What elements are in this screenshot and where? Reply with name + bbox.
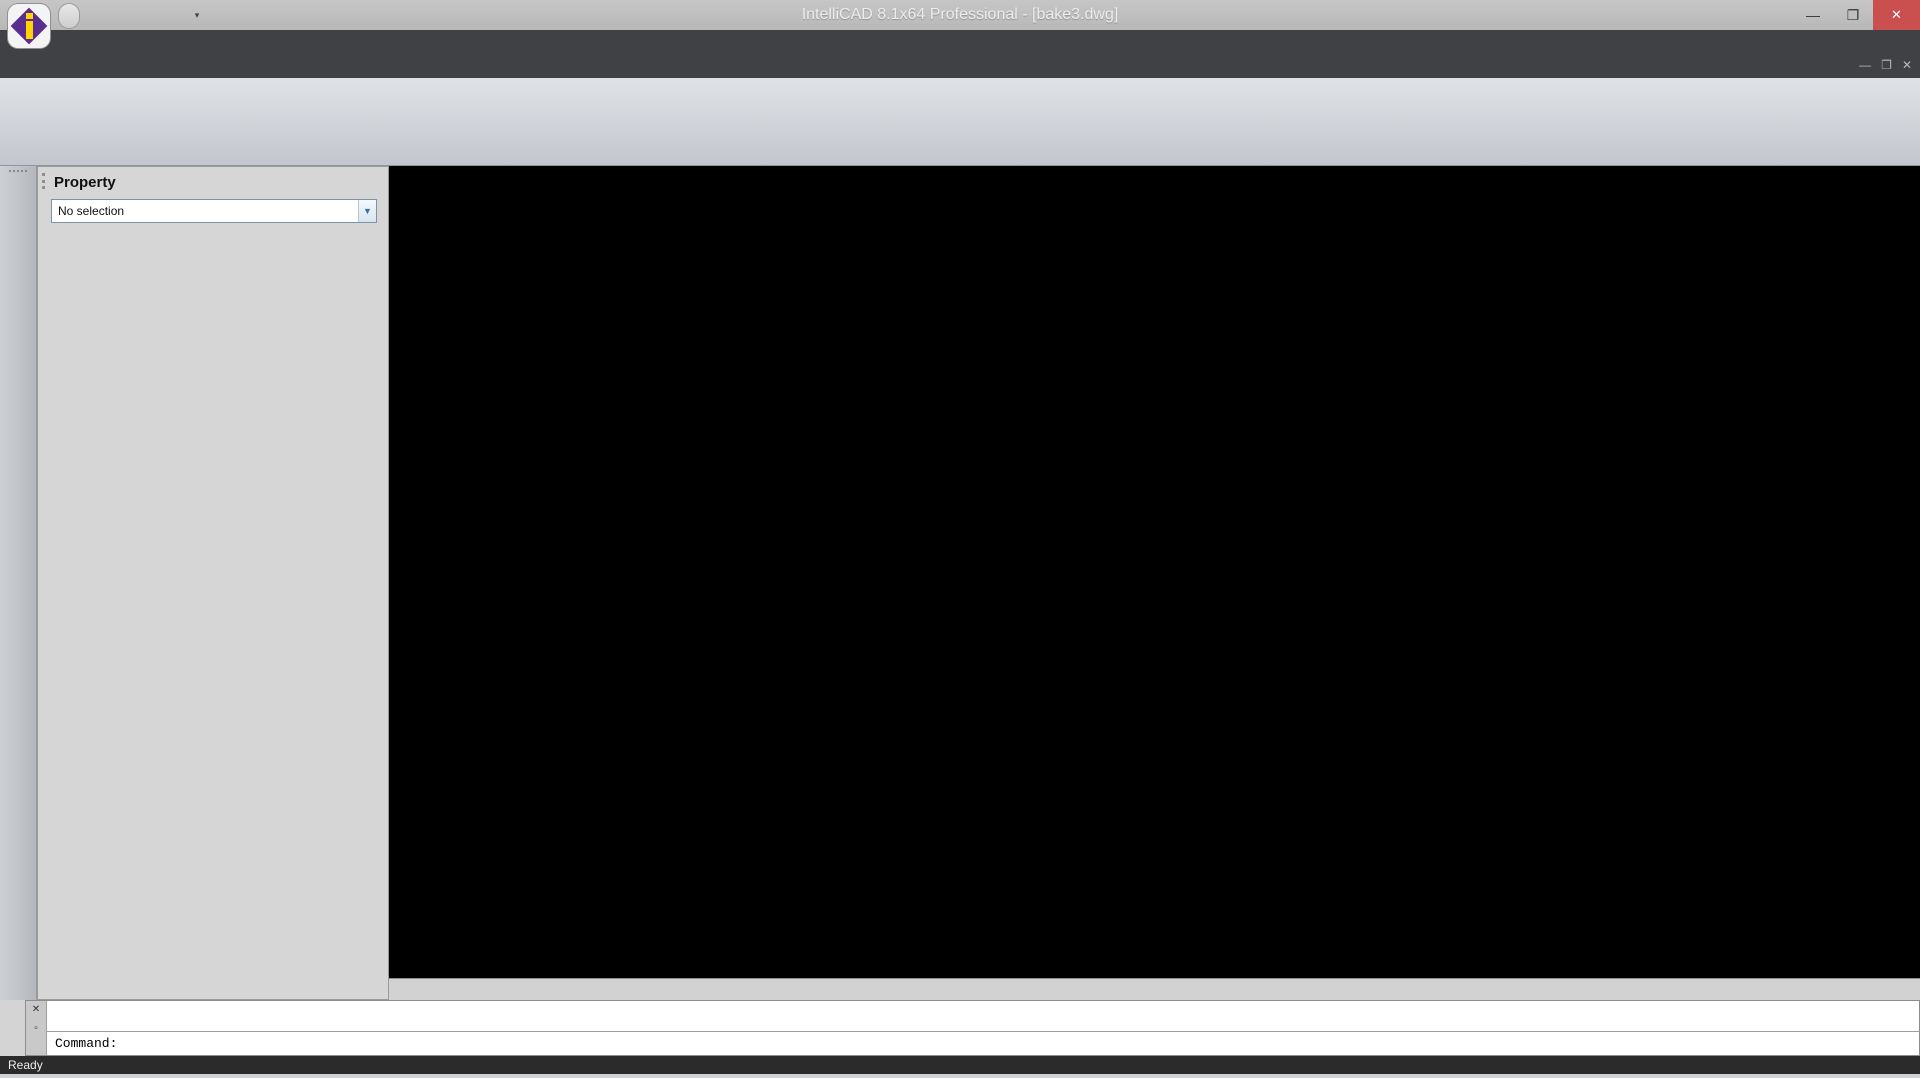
- command-pin-icon[interactable]: ▫: [34, 1023, 38, 1034]
- command-body: Command:: [47, 1001, 1919, 1055]
- command-input-line[interactable]: Command:: [47, 1032, 1919, 1055]
- layout-tab-bar: [389, 978, 1920, 1000]
- status-bar: Ready: [0, 1056, 1920, 1074]
- draw-toolbar-vertical: [0, 166, 37, 1000]
- command-dock-strip: ✕ ▫: [26, 1001, 47, 1055]
- menu-bar: [0, 30, 1920, 55]
- command-window: ✕ ▫ Command:: [25, 1000, 1920, 1056]
- mdi-window-buttons[interactable]: —❐✕: [1859, 58, 1912, 72]
- command-history[interactable]: [47, 1001, 1919, 1032]
- qat-customize-button[interactable]: ▾: [190, 6, 204, 24]
- ribbon: [0, 78, 1920, 166]
- toolbar-grip[interactable]: [9, 170, 27, 176]
- property-panel: Property No selection ▼: [37, 166, 389, 1000]
- property-panel-grip[interactable]: [42, 173, 50, 189]
- app-logo-icon[interactable]: [8, 4, 50, 48]
- command-prompt: Command:: [55, 1036, 117, 1051]
- window-bottom-border: [0, 1074, 1920, 1078]
- quick-access-toolbar: [58, 3, 80, 29]
- chevron-down-icon[interactable]: ▼: [358, 200, 376, 222]
- status-ready-text: Ready: [0, 1058, 43, 1072]
- command-close-icon[interactable]: ✕: [32, 1004, 40, 1015]
- window-minimize-button[interactable]: —: [1793, 0, 1833, 30]
- window-title: IntelliCAD 8.1x64 Professional - [bake3.…: [0, 0, 1920, 30]
- logo-i-dot: [26, 13, 33, 19]
- drawing-canvas[interactable]: [389, 166, 1920, 978]
- logo-i-bar: [26, 21, 33, 39]
- ribbon-tab-row: [0, 55, 1920, 78]
- property-panel-title: Property: [54, 174, 116, 191]
- property-selector-row: No selection ▼: [51, 199, 377, 223]
- window-restore-button[interactable]: ❐: [1833, 0, 1873, 30]
- selection-dropdown[interactable]: No selection ▼: [51, 199, 377, 223]
- window-close-button[interactable]: ✕: [1873, 0, 1920, 30]
- selection-dropdown-value: No selection: [58, 204, 124, 218]
